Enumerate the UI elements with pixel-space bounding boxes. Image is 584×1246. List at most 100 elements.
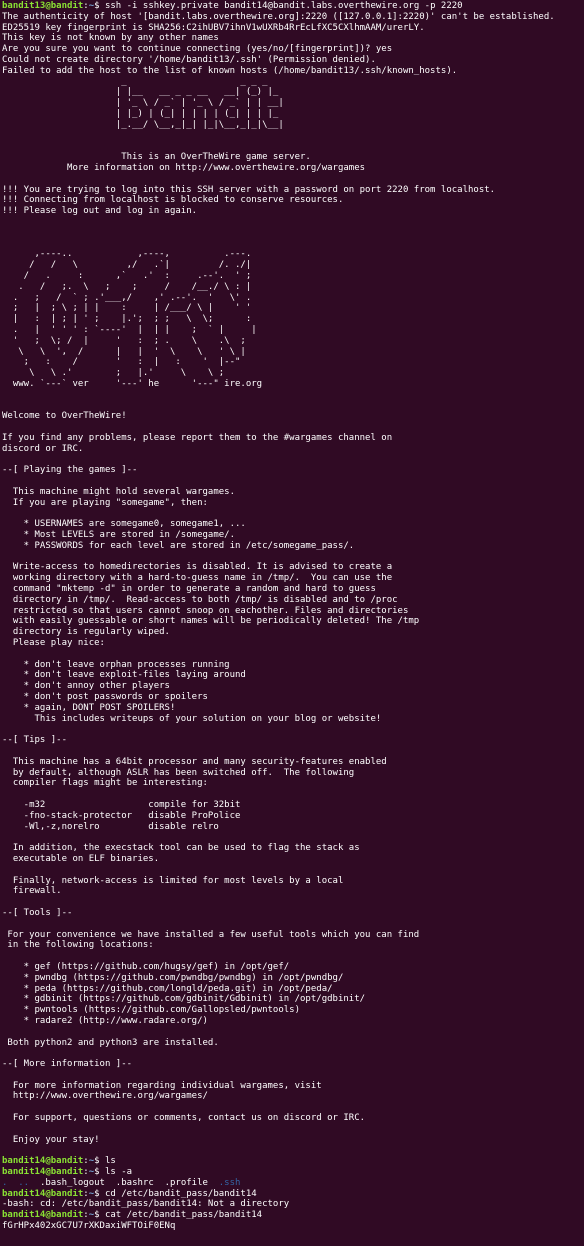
banner-line: * USERNAMES are somegame0, somegame1, ..…	[2, 519, 246, 530]
banner-line	[2, 746, 584, 757]
banner-line: www. `---` ver '---' he '---" ire.org	[2, 378, 263, 389]
prompt-line-cat: bandit14@bandit:~$ cat /etc/bandit_pass/…	[2, 1210, 263, 1221]
banner-line: * don't leave exploit-files laying aroun…	[2, 670, 246, 681]
banner-line: / / \ ,/ .`| /. ./|	[2, 260, 252, 271]
banner-line: / . : ,` .' : .--'. ' ;	[2, 270, 252, 281]
banner-line: | : | ; | ' ; |.'; ; ; \ \; :	[2, 314, 252, 325]
command-text: cd /etc/bandit_pass/bandit14	[99, 1188, 257, 1199]
banner-line: * Most LEVELS are stored in /somegame/.	[2, 530, 235, 541]
banner-line: ,----.. ,----, .---.	[2, 249, 252, 260]
banner-line: Enjoy your stay!	[2, 1134, 100, 1145]
banner-line	[2, 552, 584, 563]
banner-line: If you are playing "somegame", then:	[2, 497, 208, 508]
banner-line: Welcome to OverTheWire!	[2, 411, 127, 422]
command-text: ls -a	[99, 1167, 133, 1178]
output-line: Are you sure you want to continue connec…	[2, 44, 393, 55]
banner-line	[2, 217, 584, 228]
banner-line	[2, 951, 584, 962]
prompt-line-ssh: bandit13@bandit:~$ ssh -i sshkey.private…	[2, 1, 463, 11]
banner-line: In addition, the execstack tool can be u…	[2, 843, 360, 854]
banner-line: |_.__/ \__,_|_| |_|\__,_|_|\__|	[2, 119, 284, 130]
banner-line: in the following locations:	[2, 940, 154, 951]
prompt-user: bandit14@bandit	[2, 1188, 84, 1199]
banner-line: directory is regularly wiped.	[2, 627, 170, 638]
banner-line: discord or IRC.	[2, 443, 84, 454]
banner-line	[2, 649, 584, 660]
banner-line	[2, 919, 584, 930]
banner-line: !!! Please log out and log in again.	[2, 206, 198, 217]
banner-line: . / ;. \ ; ; / /__./ \ : |	[2, 281, 252, 292]
command-text: ssh -i sshkey.private bandit14@bandit.la…	[99, 1, 463, 11]
command-text: ls	[99, 1156, 116, 1167]
banner-line	[2, 832, 584, 843]
banner-line: !!! You are trying to log into this SSH …	[2, 184, 496, 195]
ssh-connection-messages: The authenticity of host '[bandit.labs.o…	[2, 12, 584, 77]
banner-line	[2, 454, 584, 465]
prompt-user: bandit14@bandit	[2, 1210, 84, 1221]
prompt-user: bandit13@bandit	[2, 1, 84, 11]
banner-line: * pwntools (https://github.com/Gallopsle…	[2, 1005, 301, 1016]
banner-line	[2, 141, 584, 152]
banner-line: * pwndbg (https://github.com/pwndbg/pwnd…	[2, 972, 344, 983]
motd-banner: _ _ _ _ | |__ __ _ _ __ __| (_) |_ | '_ …	[2, 77, 584, 1157]
banner-line: ; : / ' : | : ' |--"	[2, 357, 241, 368]
banner-line: -Wl,-z,norelro disable relro	[2, 821, 219, 832]
prompt-line-ls: bandit14@bandit:~$ ls	[2, 1156, 116, 1167]
banner-line: \ \ .' ; |.' \ \ ;	[2, 368, 225, 379]
banner-line: More information on http://www.overthewi…	[2, 162, 366, 173]
banner-line: http://www.overthewire.org/wargames/	[2, 1091, 208, 1102]
banner-line: ; | ; \ ; | | : | /___/ \ | ' '	[2, 303, 252, 314]
terminal-window[interactable]: bandit13@bandit:~$ ssh -i sshkey.private…	[0, 0, 584, 1246]
banner-line: * PASSWORDS for each level are stored in…	[2, 540, 355, 551]
banner-line	[2, 1027, 584, 1038]
output-line: Failed to add the host to the list of kn…	[2, 65, 458, 76]
banner-line	[2, 390, 584, 401]
output-line: The authenticity of host '[bandit.labs.o…	[2, 11, 555, 22]
banner-line	[2, 1048, 584, 1059]
output-line: This key is not known by any other names	[2, 33, 219, 44]
banner-line: * gef (https://github.com/hugsy/gef) in …	[2, 961, 290, 972]
banner-line: * gdbinit (https://github.com/gdbinit/Gd…	[2, 994, 366, 1005]
banner-line: with easily guessable or short names wil…	[2, 616, 420, 627]
dir-entry-dotdot: ..	[18, 1177, 30, 1188]
banner-line	[2, 422, 584, 433]
banner-line	[2, 228, 584, 239]
banner-line: For support, questions or comments, cont…	[2, 1113, 366, 1124]
banner-line: For more information regarding individua…	[2, 1080, 322, 1091]
banner-line: This machine has a 64bit processor and m…	[2, 756, 387, 767]
ls-output: . .. .bash_logout .bashrc .profile .ssh	[2, 1178, 584, 1189]
banner-line	[2, 1124, 584, 1135]
banner-line: * don't leave orphan processes running	[2, 659, 230, 670]
banner-line: * peda (https://github.com/longld/peda.g…	[2, 983, 333, 994]
banner-line: \ \ ', / | | ' \ \ ' \ |	[2, 346, 246, 357]
banner-line: * again, DONT POST SPOILERS!	[2, 702, 176, 713]
banner-line: * radare2 (http://www.radare.org/)	[2, 1015, 208, 1026]
dir-entry-ssh: .ssh	[218, 1177, 241, 1188]
banner-line: This machine might hold several wargames…	[2, 486, 235, 497]
banner-line	[2, 789, 584, 800]
banner-line: . ; / ` ; .'___,/ ,' .--'. ' \' .	[2, 292, 252, 303]
banner-line	[2, 400, 584, 411]
password-output: fGrHPx402xGC7U7rXKDaxiWFTOiF0ENq	[2, 1221, 176, 1232]
banner-line: compiler flags might be interesting:	[2, 778, 208, 789]
banner-line: restricted so that users cannot snoop on…	[2, 605, 409, 616]
banner-line: --[ Playing the games ]--	[2, 465, 138, 476]
output-line: Could not create directory '/home/bandit…	[2, 54, 376, 65]
banner-line: * don't post passwords or spoilers	[2, 692, 208, 702]
banner-line: -m32 compile for 32bit	[2, 799, 241, 810]
prompt-line-ls-a: bandit14@bandit:~$ ls -a	[2, 1167, 133, 1178]
banner-line: | '_ \ / _` | '_ \ / _` | | __|	[2, 98, 284, 109]
banner-line: * don't annoy other players	[2, 681, 170, 692]
banner-line: working directory with a hard-to-guess n…	[2, 573, 393, 584]
banner-line: Finally, network-access is limited for m…	[2, 875, 344, 886]
banner-line	[2, 724, 584, 735]
banner-line: For your convenience we have installed a…	[2, 929, 420, 940]
banner-line	[2, 174, 584, 185]
banner-line	[2, 897, 584, 908]
banner-line	[2, 1102, 584, 1113]
banner-line: _ _ _ _	[2, 76, 284, 87]
banner-line: !!! Connecting from localhost is blocked…	[2, 195, 344, 206]
prompt-user: bandit14@bandit	[2, 1167, 84, 1178]
banner-line: directory in /tmp/. Read-access to both …	[2, 594, 398, 605]
banner-line: Write-access to homedirectories is disab…	[2, 562, 393, 573]
